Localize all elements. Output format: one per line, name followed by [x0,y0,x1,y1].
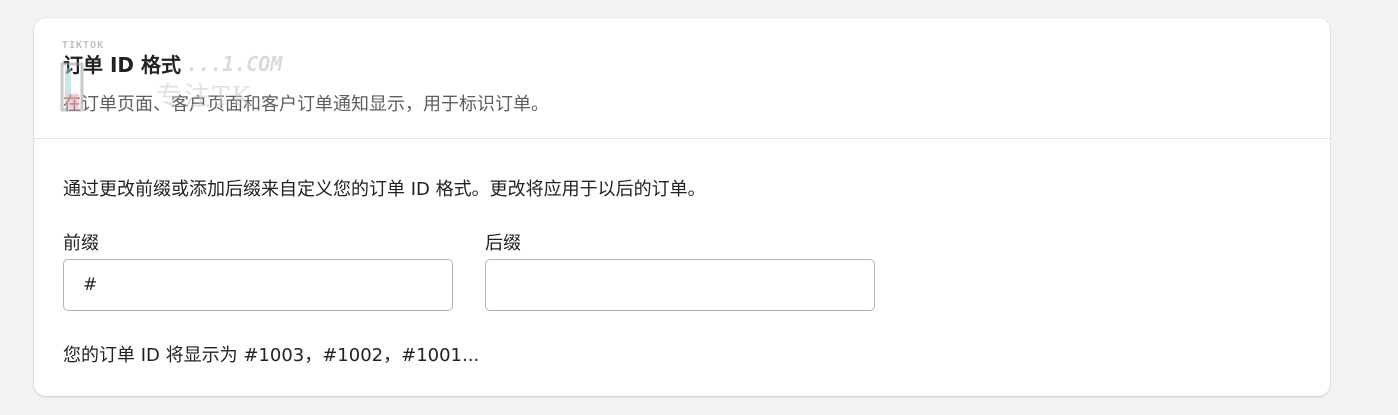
suffix-label: 后缀 [485,233,521,254]
watermark-domain: ...1.COM [186,52,283,76]
section-title: 订单 ID 格式 [63,53,181,77]
suffix-input[interactable] [485,259,875,311]
card-header: 订单 ID 格式 在订单页面、客户页面和客户订单通知显示，用于标识订单。 TIK… [34,18,1330,139]
prefix-input[interactable] [63,259,453,311]
prefix-label: 前缀 [63,233,99,254]
order-id-preview: 您的订单 ID 将显示为 #1003，#1002，#1001... [63,345,480,366]
card-body: 通过更改前缀或添加后缀来自定义您的订单 ID 格式。更改将应用于以后的订单。 前… [34,139,1330,396]
format-description: 通过更改前缀或添加后缀来自定义您的订单 ID 格式。更改将应用于以后的订单。 [63,179,706,200]
section-subtitle: 在订单页面、客户页面和客户订单通知显示，用于标识订单。 [63,94,549,115]
order-id-format-card: 订单 ID 格式 在订单页面、客户页面和客户订单通知显示，用于标识订单。 TIK… [34,18,1330,396]
